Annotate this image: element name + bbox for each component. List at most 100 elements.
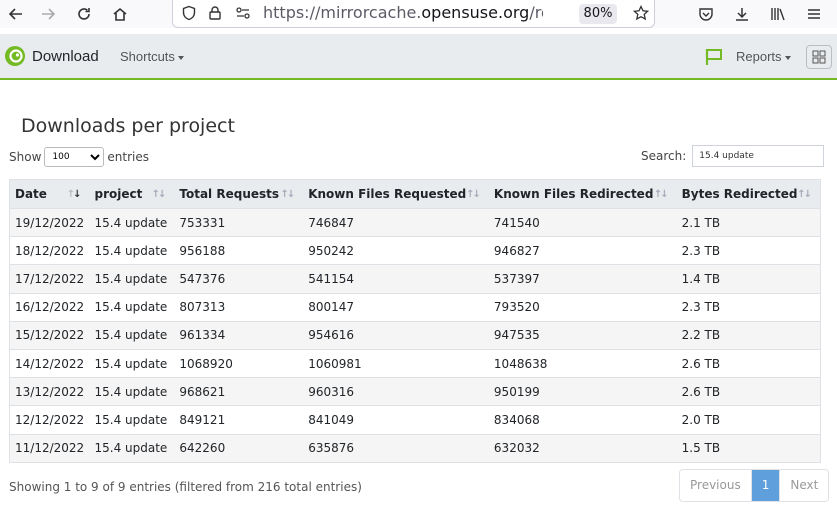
- reports-dropdown[interactable]: Reports: [736, 49, 791, 64]
- search-control: Search:: [641, 145, 825, 167]
- table-cell: 841049: [303, 405, 489, 434]
- downloads-table: Date ↑↓ project ↑↓ Total Requests ↑↓ Known Fil…: [9, 179, 821, 463]
- sort-icon: ↑↓: [797, 189, 812, 200]
- table-cell: 15/12/2022: [9, 320, 90, 350]
- caret-down-icon: [177, 55, 184, 60]
- table-cell: 15.4 update: [89, 207, 175, 237]
- back-icon[interactable]: [4, 2, 28, 26]
- table-cell: 807313: [174, 292, 304, 322]
- table-cell: 13/12/2022: [9, 377, 90, 406]
- shield-icon[interactable]: [177, 1, 201, 25]
- shortcuts-label: Shortcuts: [120, 49, 175, 64]
- download-icon[interactable]: [730, 2, 754, 26]
- lock-icon[interactable]: [203, 1, 227, 25]
- table-cell: 834068: [488, 405, 677, 434]
- column-header-label: Known Files Requested: [308, 187, 467, 201]
- table-cell: 950242: [303, 236, 489, 265]
- table-cell: 15.4 update: [89, 377, 175, 406]
- table-cell: 946827: [488, 236, 677, 265]
- table-cell: 16/12/2022: [9, 292, 90, 322]
- table-cell: 800147: [303, 292, 489, 322]
- opensuse-logo-icon: [5, 46, 25, 66]
- table-cell: 11/12/2022: [9, 433, 90, 463]
- table-cell: 961334: [174, 320, 304, 350]
- table-cell: 1048638: [488, 348, 677, 378]
- table-cell: 960316: [303, 377, 489, 406]
- table-cell: 956188: [174, 236, 304, 265]
- table-cell: 1.5 TB: [676, 433, 821, 463]
- column-header-label: project: [94, 187, 143, 201]
- search-label: Search:: [641, 149, 687, 163]
- table-cell: 15.4 update: [89, 236, 175, 265]
- search-input[interactable]: [692, 145, 825, 167]
- table-cell: 2.3 TB: [676, 292, 821, 322]
- table-cell: 950199: [488, 377, 677, 406]
- table-cell: 1.4 TB: [676, 264, 821, 294]
- column-header-label: Bytes Redirected: [681, 187, 798, 201]
- table-cell: 793520: [488, 292, 677, 322]
- permissions-icon[interactable]: [231, 1, 255, 25]
- forward-icon[interactable]: [36, 2, 60, 26]
- browser-toolbar: https://mirrorcache.opensuse.org/report/…: [0, 0, 837, 28]
- column-header[interactable]: Total Requests ↑↓: [174, 179, 304, 209]
- table-cell: 15.4 update: [89, 348, 175, 378]
- menu-icon[interactable]: [802, 2, 826, 26]
- grid-icon: [812, 50, 826, 64]
- table-row: 11/12/2022 15.4 update 642260 635876 632032 1…: [9, 433, 821, 463]
- column-header[interactable]: project ↑↓: [89, 179, 175, 209]
- table-cell: 18/12/2022: [9, 236, 90, 265]
- shortcuts-dropdown[interactable]: Shortcuts: [120, 49, 184, 64]
- table-row: 17/12/2022 15.4 update 547376 541154 537397 1…: [9, 264, 821, 294]
- table-row: 19/12/2022 15.4 update 753331 746847 741540 2…: [9, 207, 821, 237]
- next-button[interactable]: Next: [780, 470, 829, 501]
- table-cell: 19/12/2022: [9, 207, 90, 237]
- table-cell: 642260: [174, 433, 304, 463]
- table-cell: 2.0 TB: [676, 405, 821, 434]
- address-bar[interactable]: https://mirrorcache.opensuse.org/report/…: [172, 0, 655, 28]
- reload-icon[interactable]: [72, 2, 96, 26]
- table-cell: 849121: [174, 405, 304, 434]
- table-row: 16/12/2022 15.4 update 807313 800147 793520 2…: [9, 292, 821, 322]
- table-cell: 547376: [174, 264, 304, 294]
- table-cell: 2.3 TB: [676, 236, 821, 265]
- page-1-button[interactable]: 1: [750, 470, 781, 501]
- brand[interactable]: Download: [4, 45, 99, 67]
- table-header-row: Date ↑↓ project ↑↓ Total Requests ↑↓ Known Fil…: [9, 179, 821, 209]
- column-header-label: Known Files Redirected: [493, 187, 654, 201]
- home-icon[interactable]: [108, 2, 132, 26]
- column-header-label: Total Requests: [179, 187, 280, 201]
- sort-desc-icon: ↑↓: [66, 189, 82, 200]
- library-icon[interactable]: [766, 2, 790, 26]
- table-cell: 2.6 TB: [676, 348, 821, 378]
- table-cell: 1060981: [303, 348, 489, 378]
- column-header[interactable]: Bytes Redirected ↑↓: [676, 179, 821, 209]
- table-cell: 15.4 update: [89, 292, 175, 322]
- table-info: Showing 1 to 9 of 9 entries (filtered fr…: [9, 480, 362, 494]
- table-row: 12/12/2022 15.4 update 849121 841049 834068 2…: [9, 405, 821, 434]
- table-cell: 635876: [303, 433, 489, 463]
- table-row: 15/12/2022 15.4 update 961334 954616 947535 2…: [9, 320, 821, 350]
- column-header[interactable]: Known Files Redirected ↑↓: [488, 179, 677, 209]
- apps-grid-button[interactable]: [806, 45, 832, 69]
- column-header[interactable]: Date ↑↓: [9, 179, 90, 209]
- table-body: 19/12/2022 15.4 update 753331 746847 741540 2…: [9, 207, 821, 463]
- pocket-icon[interactable]: [694, 2, 718, 26]
- table-cell: 15.4 update: [89, 264, 175, 294]
- column-header[interactable]: Known Files Requested ↑↓: [303, 179, 489, 209]
- sort-icon: ↑↓: [151, 189, 167, 200]
- brand-label: Download: [32, 47, 99, 65]
- previous-button[interactable]: Previous: [680, 470, 751, 501]
- page-length-select[interactable]: 100: [44, 147, 105, 167]
- bookmark-star-icon[interactable]: [629, 1, 653, 25]
- sort-icon: ↑↓: [466, 189, 481, 200]
- flag-icon[interactable]: [704, 47, 724, 71]
- reports-label: Reports: [736, 49, 782, 64]
- zoom-level[interactable]: 80%: [579, 4, 617, 24]
- url-text: https://mirrorcache.opensuse.org/report/…: [263, 3, 543, 22]
- page-title: Downloads per project: [21, 115, 235, 137]
- table-cell: 741540: [488, 207, 677, 237]
- table-cell: 15.4 update: [89, 405, 175, 434]
- caret-down-icon: [784, 55, 791, 60]
- table-cell: 12/12/2022: [9, 405, 90, 434]
- entries-label: entries: [107, 150, 149, 164]
